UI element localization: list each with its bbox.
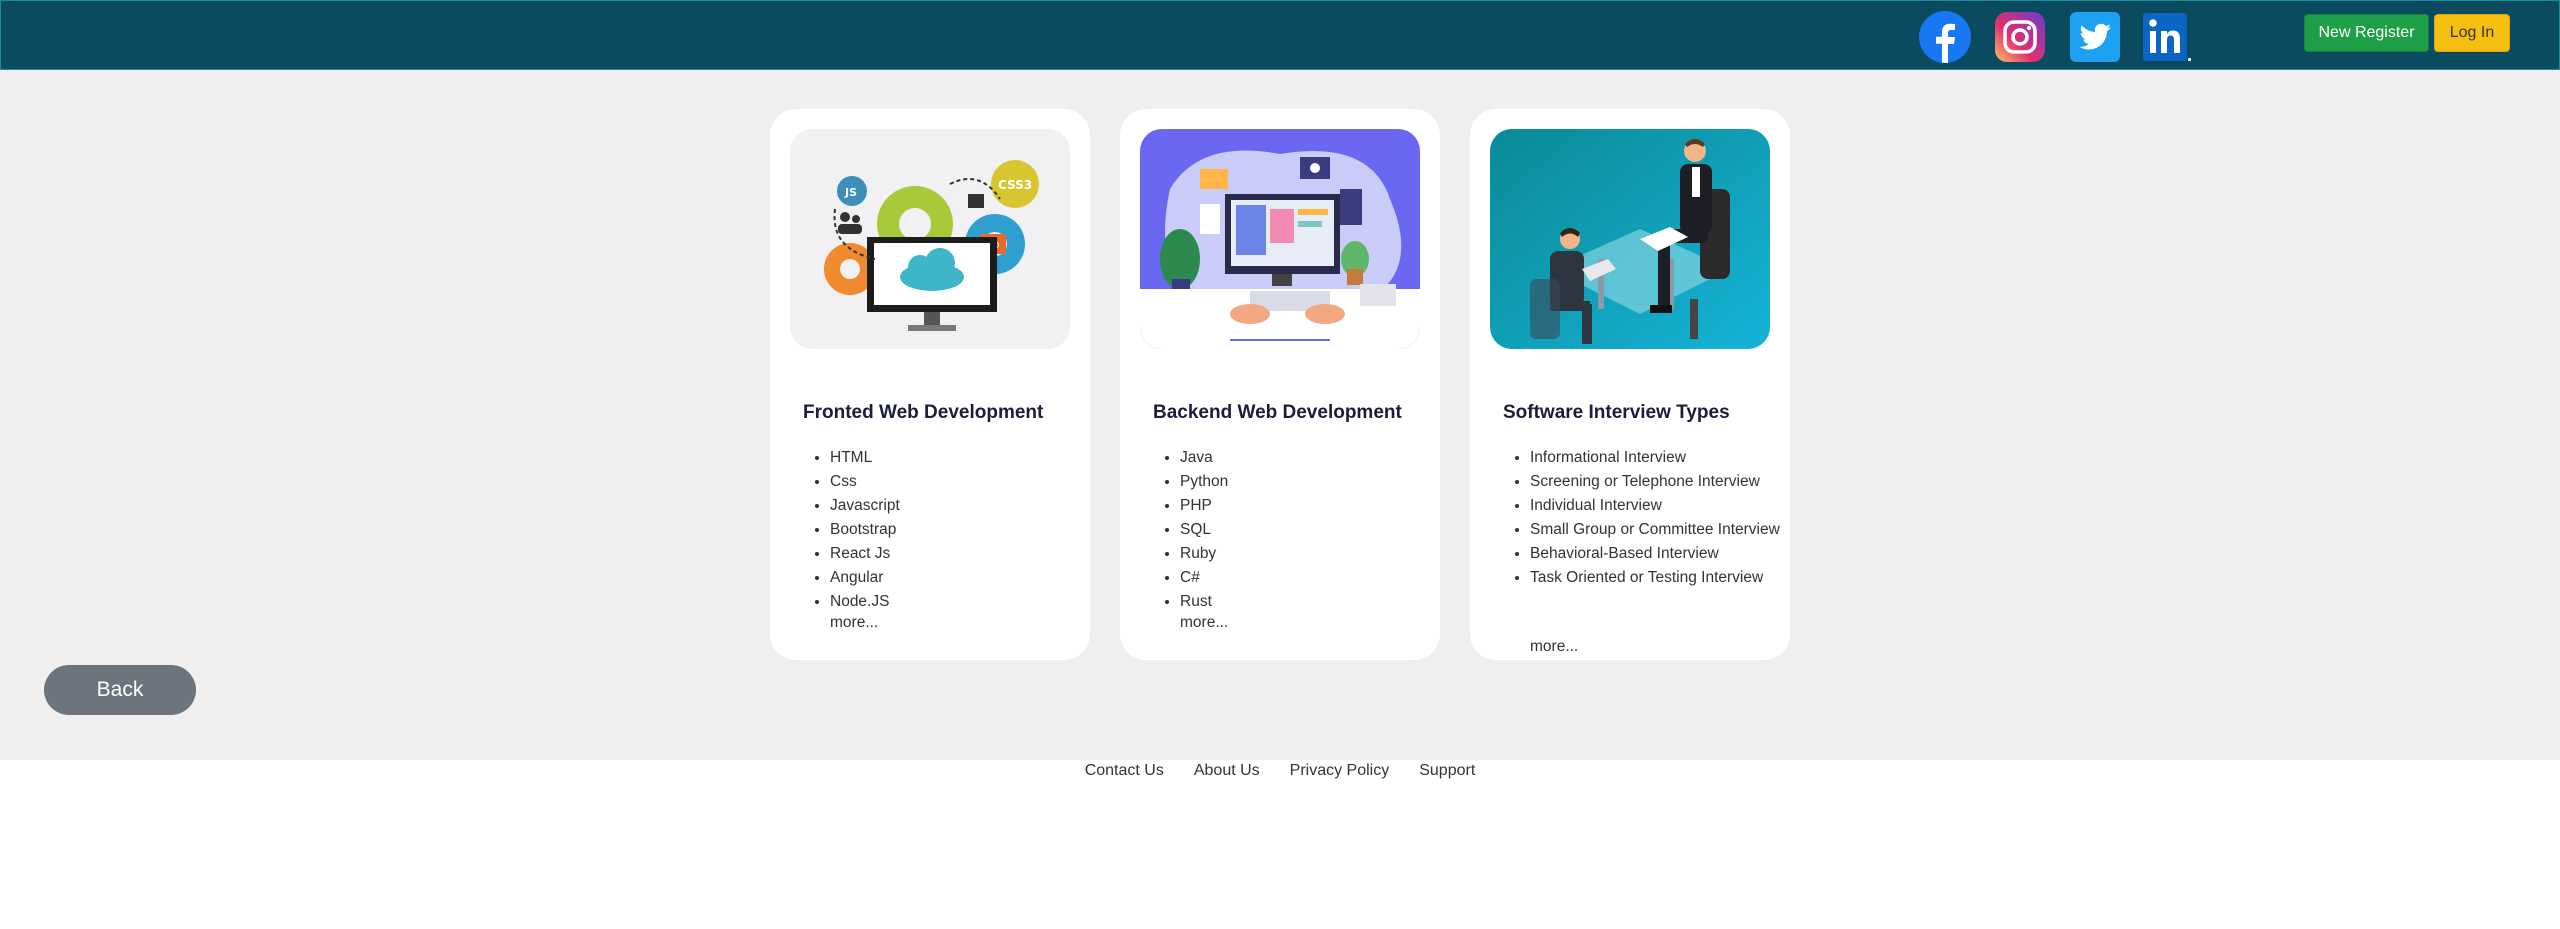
list-item: Javascript	[830, 494, 1080, 518]
list-item: Small Group or Committee Interview	[1530, 518, 1780, 542]
more-link[interactable]: more...	[1180, 614, 1228, 632]
interview-card: Software Interview Types Informational I…	[1470, 109, 1790, 660]
list-item: Screening or Telephone Interview	[1530, 470, 1780, 494]
linkedin-icon[interactable]	[2141, 11, 2193, 63]
list-item: HTML	[830, 446, 1080, 470]
footer: Contact Us About Us Privacy Policy Suppo…	[0, 760, 2560, 929]
list-item: PHP	[1180, 494, 1430, 518]
list-item: Task Oriented or Testing Interview	[1530, 566, 1780, 590]
footer-links: Contact Us About Us Privacy Policy Suppo…	[0, 760, 2560, 782]
footer-link-privacy[interactable]: Privacy Policy	[1290, 760, 1390, 782]
list-item: Bootstrap	[830, 518, 1080, 542]
interview-illustration	[1490, 129, 1770, 349]
facebook-icon[interactable]	[1919, 11, 1971, 63]
list-item: Informational Interview	[1530, 446, 1780, 470]
back-button[interactable]: Back	[44, 665, 196, 715]
list-item: Java	[1180, 446, 1430, 470]
frontend-card: JS CSS3 SSD	[770, 109, 1090, 660]
top-navbar: New Register Log In	[0, 0, 2560, 70]
list-item: Individual Interview	[1530, 494, 1780, 518]
list-item: SQL	[1180, 518, 1430, 542]
login-button[interactable]: Log In	[2434, 14, 2510, 52]
interview-type-list: Informational Interview Screening or Tel…	[1530, 446, 1780, 590]
more-link[interactable]: more...	[830, 614, 878, 632]
main-content: JS CSS3 SSD	[0, 70, 2560, 760]
footer-link-contact[interactable]: Contact Us	[1085, 760, 1164, 782]
more-link[interactable]: more...	[1530, 638, 1578, 656]
svg-text:CSS3: CSS3	[998, 178, 1032, 192]
frontend-topic-list: HTML Css Javascript Bootstrap React Js A…	[830, 446, 1080, 614]
list-item: Behavioral-Based Interview	[1530, 542, 1780, 566]
frontend-illustration: JS CSS3 SSD	[790, 129, 1070, 349]
list-item: Angular	[830, 566, 1080, 590]
card-title: Software Interview Types	[1503, 402, 1730, 423]
footer-link-about[interactable]: About Us	[1194, 760, 1260, 782]
list-item: Python	[1180, 470, 1430, 494]
instagram-icon[interactable]	[1994, 11, 2046, 63]
backend-illustration	[1140, 129, 1420, 349]
svg-text:JS: JS	[844, 186, 857, 199]
list-item: Ruby	[1180, 542, 1430, 566]
card-title: Fronted Web Development	[803, 402, 1044, 423]
list-item: Css	[830, 470, 1080, 494]
list-item: C#	[1180, 566, 1430, 590]
list-item: Rust	[1180, 590, 1430, 614]
card-title: Backend Web Development	[1153, 402, 1402, 423]
list-item: React Js	[830, 542, 1080, 566]
new-register-button[interactable]: New Register	[2304, 14, 2429, 52]
backend-topic-list: Java Python PHP SQL Ruby C# Rust	[1180, 446, 1430, 614]
list-item: Node.JS	[830, 590, 1080, 614]
backend-card: Backend Web Development Java Python PHP …	[1120, 109, 1440, 660]
footer-link-support[interactable]: Support	[1419, 760, 1475, 782]
twitter-icon[interactable]	[2069, 11, 2121, 63]
